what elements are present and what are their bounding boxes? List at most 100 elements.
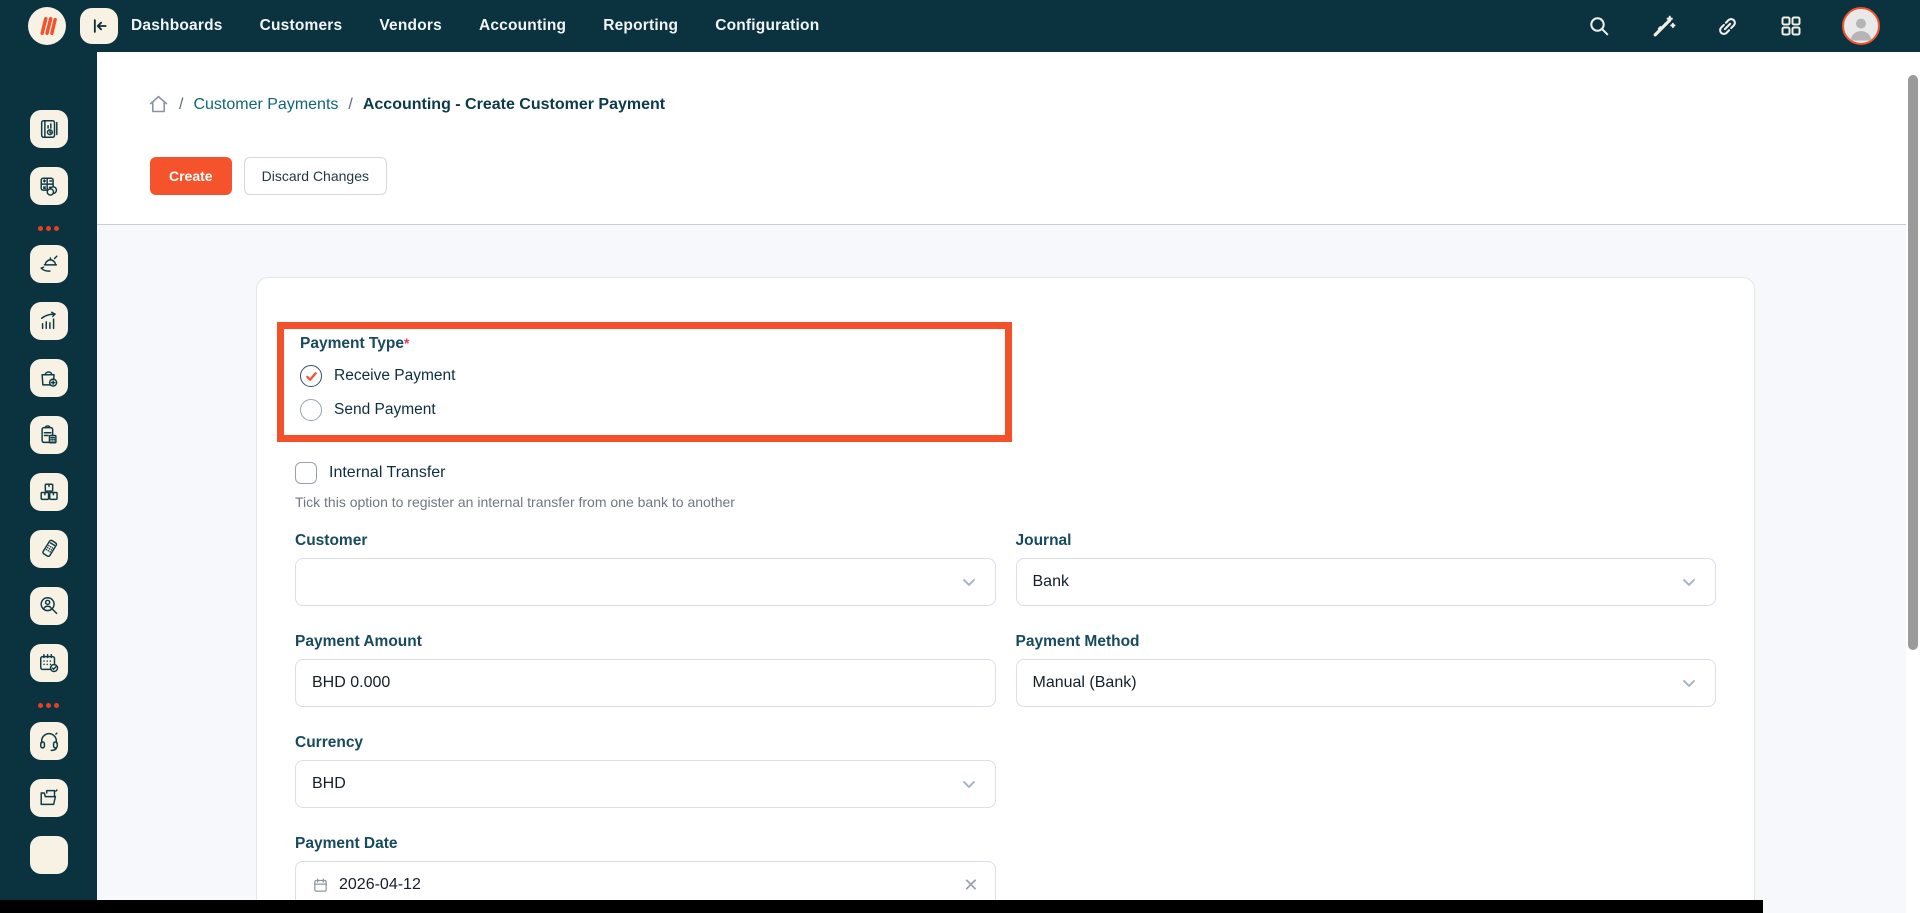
required-asterisk: * bbox=[404, 335, 409, 351]
payment-method-field-group: Payment Method Manual (Bank) bbox=[1016, 633, 1717, 707]
breadcrumb: / Customer Payments / Accounting - Creat… bbox=[148, 94, 665, 115]
breadcrumb-customer-payments[interactable]: Customer Payments bbox=[193, 96, 338, 114]
app-sidebar bbox=[0, 52, 97, 913]
nav-configuration[interactable]: Configuration bbox=[715, 17, 819, 35]
clear-date-icon[interactable]: ✕ bbox=[963, 876, 978, 894]
customer-field-group: Customer bbox=[295, 532, 996, 606]
sidebar-item-documents[interactable] bbox=[30, 779, 68, 817]
bottom-black-strip bbox=[0, 900, 1763, 913]
page-title: Accounting - Create Customer Payment bbox=[363, 96, 665, 114]
empty-cell bbox=[1016, 734, 1717, 808]
sidebar-item-pos[interactable] bbox=[30, 530, 68, 568]
sidebar-item-inventory[interactable] bbox=[30, 473, 68, 511]
sidebar-item-partial[interactable] bbox=[30, 836, 68, 874]
user-avatar[interactable] bbox=[1842, 7, 1880, 45]
person-search-icon bbox=[38, 595, 60, 617]
currency-select[interactable]: BHD bbox=[295, 760, 996, 808]
sidebar-item-invoicing[interactable] bbox=[30, 416, 68, 454]
internal-transfer-row[interactable]: Internal Transfer bbox=[295, 462, 1716, 484]
payment-form-card: Payment Type* Receive Payment Send Payme… bbox=[256, 277, 1755, 913]
payment-date-field-group: Payment Date 2026-04-12 ✕ bbox=[295, 835, 996, 909]
topbar-actions bbox=[1586, 0, 1880, 52]
nav-vendors[interactable]: Vendors bbox=[379, 17, 442, 35]
top-navigation-bar: Dashboards Customers Vendors Accounting … bbox=[0, 0, 1920, 52]
pos-terminal-icon bbox=[38, 538, 60, 560]
sidebar-item-report-book[interactable] bbox=[30, 110, 68, 148]
app-logo[interactable] bbox=[28, 7, 66, 45]
nav-accounting[interactable]: Accounting bbox=[479, 17, 566, 35]
person-icon bbox=[1846, 13, 1876, 43]
packages-icon bbox=[38, 481, 60, 503]
sidebar-section-divider bbox=[38, 226, 59, 231]
payment-method-select[interactable]: Manual (Bank) bbox=[1016, 659, 1717, 707]
journal-field-group: Journal Bank bbox=[1016, 532, 1717, 606]
apps-grid-icon[interactable] bbox=[1778, 13, 1804, 39]
check-icon bbox=[305, 370, 318, 383]
journal-select[interactable]: Bank bbox=[1016, 558, 1717, 606]
calendar-icon bbox=[312, 877, 329, 894]
logo-scribble-icon bbox=[34, 13, 60, 39]
radio-receive-payment[interactable]: Receive Payment bbox=[300, 365, 1005, 387]
internal-transfer-help-text: Tick this option to register an internal… bbox=[295, 494, 1716, 510]
internal-transfer-checkbox[interactable] bbox=[295, 462, 317, 484]
payment-date-label: Payment Date bbox=[295, 835, 996, 853]
payment-type-label: Payment Type* bbox=[300, 335, 1005, 353]
link-icon[interactable] bbox=[1714, 13, 1740, 39]
payment-form-grid: Customer Journal Bank Payment Amount bbox=[295, 532, 1716, 913]
payment-method-label: Payment Method bbox=[1016, 633, 1717, 651]
payment-amount-input[interactable]: BHD 0.000 bbox=[295, 659, 996, 707]
radio-selected-icon[interactable] bbox=[300, 365, 322, 387]
nav-customers[interactable]: Customers bbox=[260, 17, 343, 35]
scrollbar-thumb[interactable] bbox=[1908, 75, 1918, 650]
chevron-down-icon bbox=[959, 572, 979, 592]
collapse-left-icon bbox=[89, 16, 109, 36]
radio-unselected-icon[interactable] bbox=[300, 399, 322, 421]
vertical-scrollbar[interactable] bbox=[1906, 52, 1920, 913]
payment-date-value: 2026-04-12 bbox=[339, 876, 963, 894]
sidebar-item-purchases[interactable] bbox=[30, 359, 68, 397]
payment-method-value: Manual (Bank) bbox=[1033, 674, 1680, 692]
radio-send-payment-label: Send Payment bbox=[334, 401, 436, 419]
sidebar-item-analytics[interactable] bbox=[30, 302, 68, 340]
growth-chart-icon bbox=[38, 310, 60, 332]
primary-nav: Dashboards Customers Vendors Accounting … bbox=[131, 0, 819, 52]
content-area: Payment Type* Receive Payment Send Payme… bbox=[97, 225, 1906, 912]
chevron-down-icon bbox=[1679, 673, 1699, 693]
sidebar-item-accounting[interactable] bbox=[30, 167, 68, 205]
create-button[interactable]: Create bbox=[150, 157, 232, 195]
chevron-down-icon bbox=[1679, 572, 1699, 592]
bag-plus-icon bbox=[38, 367, 60, 389]
sidebar-item-recruitment[interactable] bbox=[30, 587, 68, 625]
radio-send-payment[interactable]: Send Payment bbox=[300, 399, 1005, 421]
discard-changes-button[interactable]: Discard Changes bbox=[244, 157, 387, 195]
journal-label: Journal bbox=[1016, 532, 1717, 550]
breadcrumb-separator: / bbox=[179, 96, 183, 114]
main-area: / Customer Payments / Accounting - Creat… bbox=[97, 52, 1906, 913]
page-header: / Customer Payments / Accounting - Creat… bbox=[97, 52, 1906, 225]
sidebar-section-divider bbox=[38, 703, 59, 708]
search-icon[interactable] bbox=[1586, 13, 1612, 39]
payment-amount-value: BHD 0.000 bbox=[312, 674, 979, 692]
payment-type-highlight-box: Payment Type* Receive Payment Send Payme… bbox=[277, 322, 1012, 442]
magic-wand-icon[interactable] bbox=[1650, 13, 1676, 39]
chevron-down-icon bbox=[959, 774, 979, 794]
customer-label: Customer bbox=[295, 532, 996, 550]
nav-reporting[interactable]: Reporting bbox=[603, 17, 678, 35]
sidebar-item-support[interactable] bbox=[30, 722, 68, 760]
sidebar-item-planning[interactable] bbox=[30, 644, 68, 682]
breadcrumb-separator: / bbox=[348, 96, 352, 114]
journal-value: Bank bbox=[1033, 573, 1680, 591]
sidebar-collapse-button[interactable] bbox=[80, 8, 118, 44]
currency-label: Currency bbox=[295, 734, 996, 752]
payment-amount-label: Payment Amount bbox=[295, 633, 996, 651]
payment-type-label-text: Payment Type bbox=[300, 335, 404, 352]
book-chart-icon bbox=[38, 118, 60, 140]
internal-transfer-label: Internal Transfer bbox=[329, 464, 446, 482]
radio-receive-payment-label: Receive Payment bbox=[334, 367, 455, 385]
customer-select[interactable] bbox=[295, 558, 996, 606]
sidebar-item-services[interactable] bbox=[30, 245, 68, 283]
nav-dashboards[interactable]: Dashboards bbox=[131, 17, 223, 35]
calendar-check-icon bbox=[38, 652, 60, 674]
calculator-coins-icon bbox=[38, 175, 60, 197]
home-icon[interactable] bbox=[148, 94, 169, 115]
